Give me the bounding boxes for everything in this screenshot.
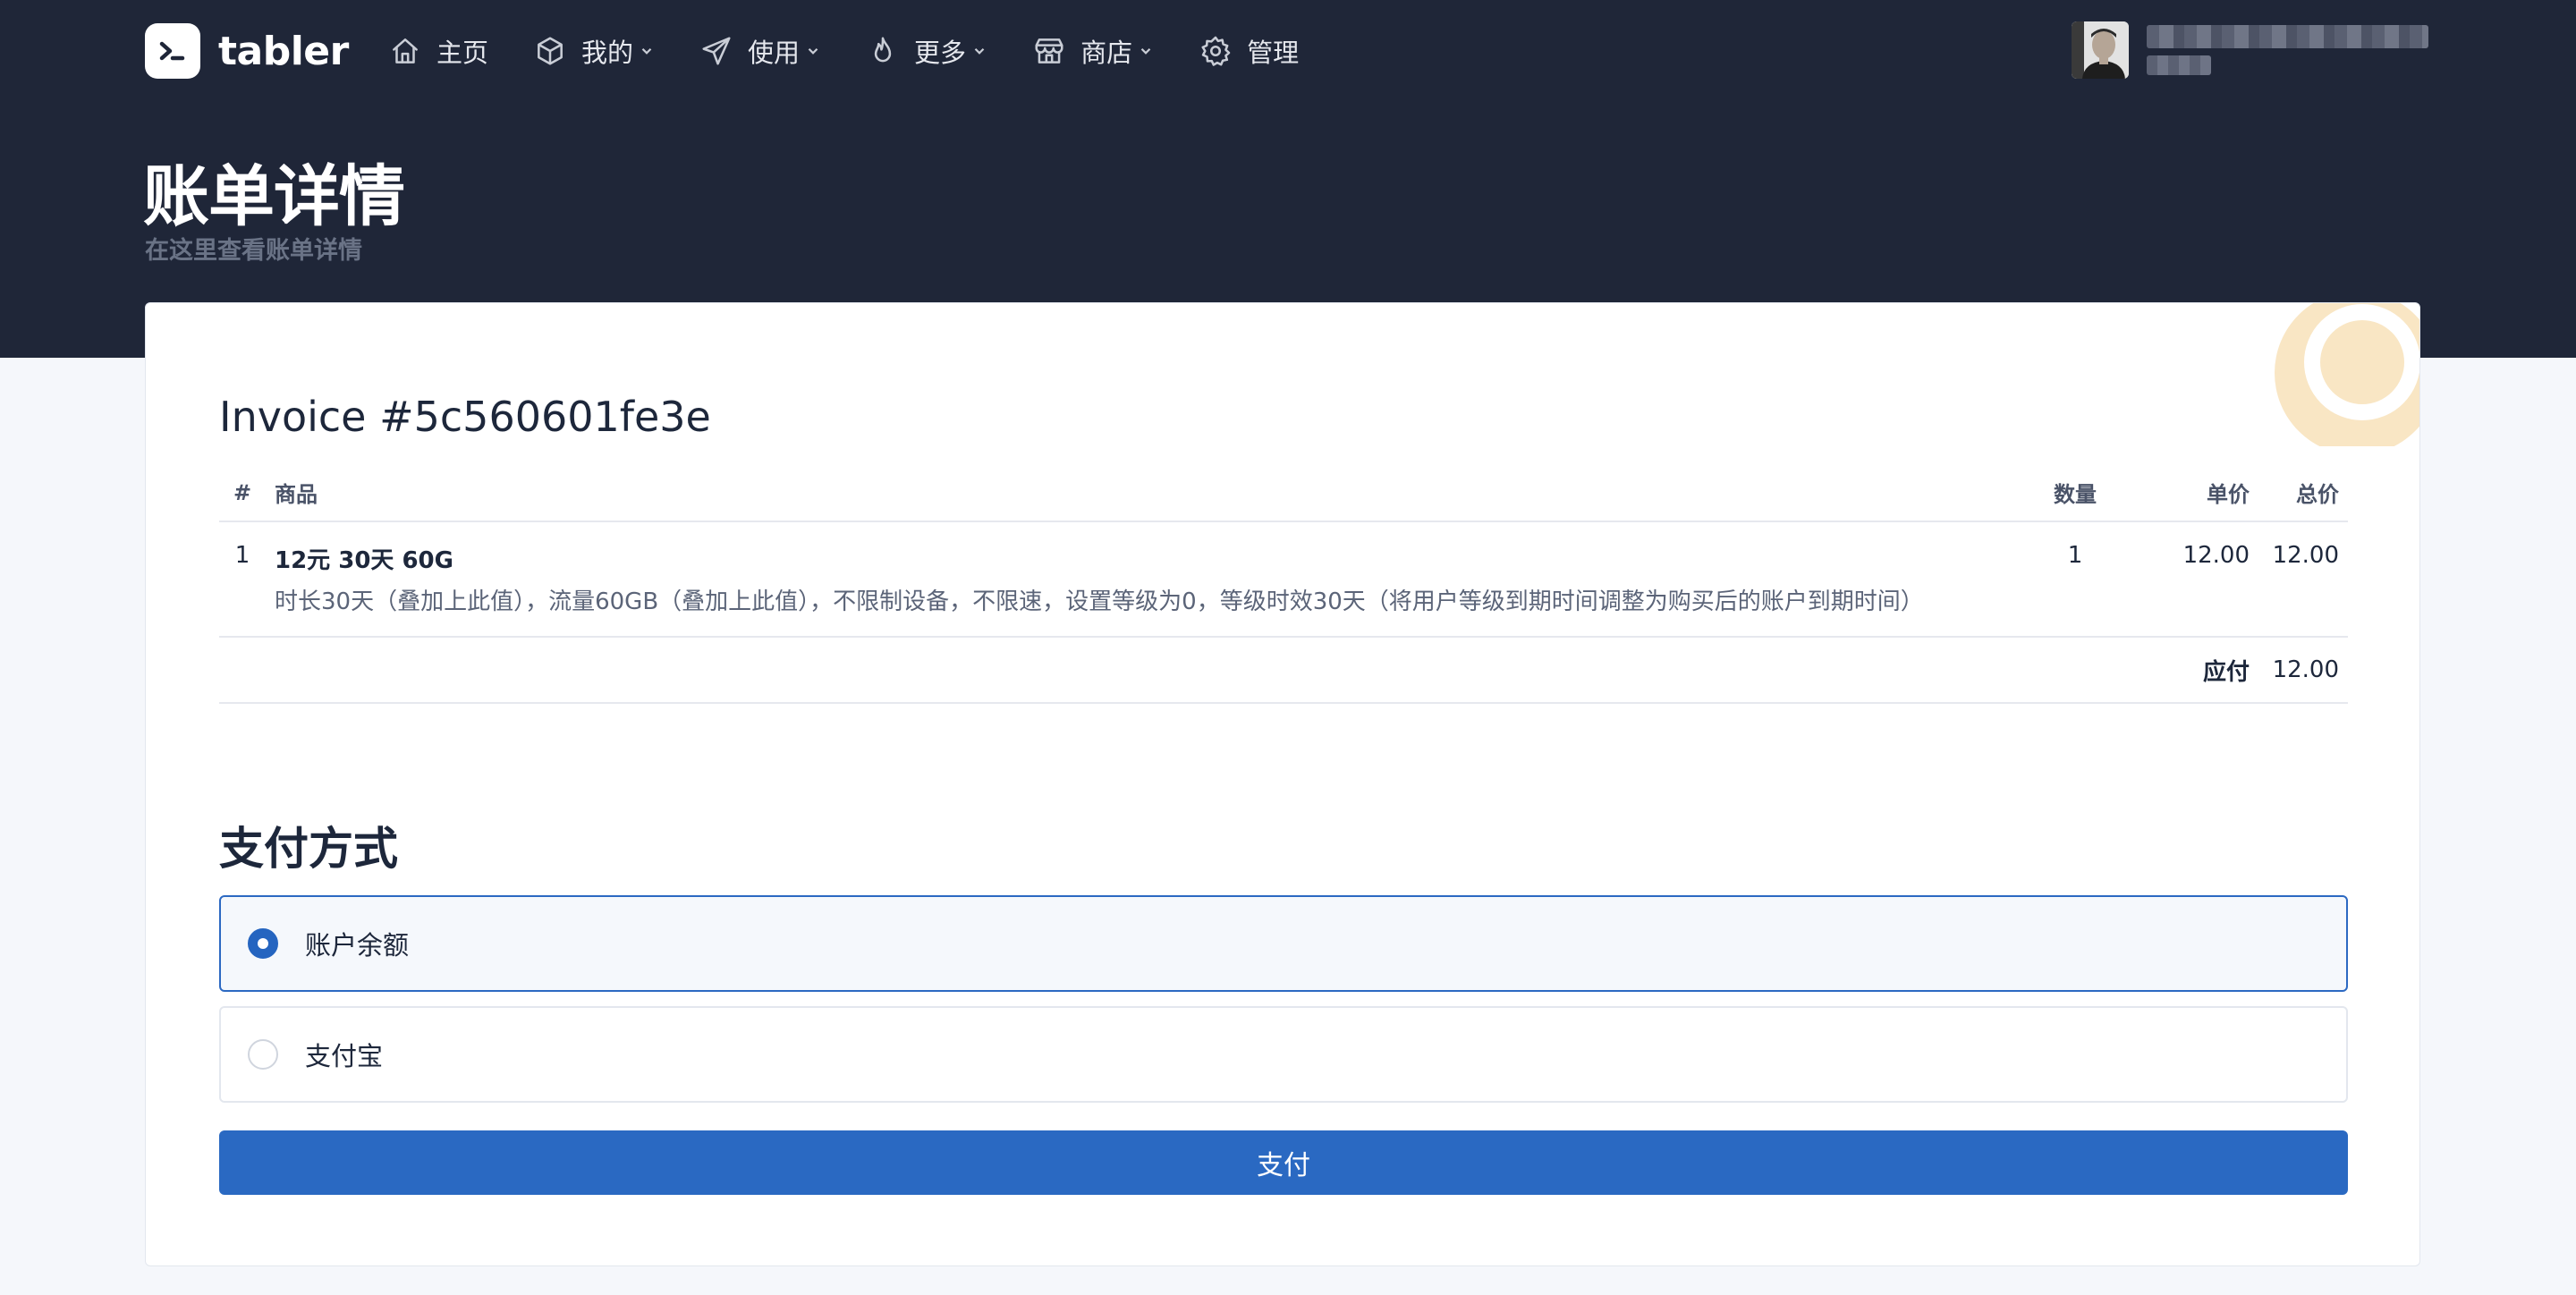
home-icon (388, 34, 422, 68)
invoice-title: Invoice #5c560601fe3e (219, 393, 711, 441)
main-nav: 主页 我的 使用 更多 商店 管理 (388, 23, 1343, 79)
nav-item-mine[interactable]: 我的 (533, 23, 655, 79)
nav-item-label: 管理 (1247, 38, 1300, 68)
payment-option-balance[interactable]: 账户余额 (219, 895, 2348, 992)
brand[interactable]: tabler (145, 23, 349, 79)
column-header-total: 总价 (2258, 464, 2348, 522)
top-navbar: tabler 主页 我的 使用 更多 商店 管理 (0, 0, 2576, 102)
item-qty: 1 (2017, 521, 2133, 638)
chevron-down-icon (805, 43, 821, 59)
page-subtitle: 在这里查看账单详情 (145, 237, 362, 265)
item-description: 时长30天（叠加上此值），流量60GB（叠加上此值），不限制设备，不限速，设置等… (275, 588, 1924, 615)
page-title: 账单详情 (143, 158, 405, 235)
user-menu[interactable] (2072, 21, 2428, 79)
avatar (2072, 21, 2129, 79)
payment-option-label: 支付宝 (305, 1041, 384, 1071)
radio-unchecked-icon[interactable] (248, 1039, 278, 1070)
table-row: 1 12元 30天 60G 时长30天（叠加上此值），流量60GB（叠加上此值）… (219, 521, 2348, 638)
flame-icon (866, 34, 900, 68)
total-row: 应付 12.00 (219, 637, 2348, 704)
nav-item-home[interactable]: 主页 (388, 23, 488, 79)
gear-icon (1199, 34, 1233, 68)
payment-option-alipay[interactable]: 支付宝 (219, 1006, 2348, 1103)
invoice-card: Invoice #5c560601fe3e # 商品 数量 单价 总价 1 12… (145, 302, 2420, 1266)
tabler-logo-icon (145, 23, 200, 79)
table-header-row: # 商品 数量 单价 总价 (219, 464, 2348, 522)
store-icon (1032, 34, 1066, 68)
nav-item-label: 我的 (581, 38, 634, 68)
amount-due-value: 12.00 (2258, 637, 2348, 704)
radio-checked-icon[interactable] (248, 928, 278, 959)
chevron-down-icon (971, 43, 987, 59)
user-name (2147, 25, 2428, 48)
nav-item-more[interactable]: 更多 (866, 23, 987, 79)
chevron-down-icon (639, 43, 655, 59)
column-header-qty: 数量 (2017, 464, 2133, 522)
item-num: 1 (219, 521, 266, 638)
brand-name: tabler (218, 28, 349, 74)
item-name: 12元 30天 60G (275, 547, 453, 574)
item-total: 12.00 (2258, 521, 2348, 638)
clock-icon (2275, 303, 2419, 446)
send-icon (699, 34, 733, 68)
item-unit-price: 12.00 (2133, 521, 2258, 638)
nav-item-admin[interactable]: 管理 (1199, 23, 1299, 79)
chevron-down-icon (1138, 43, 1154, 59)
pay-button[interactable]: 支付 (219, 1130, 2348, 1195)
nav-item-label: 主页 (436, 38, 489, 68)
user-info (2147, 21, 2428, 75)
item-product-cell: 12元 30天 60G 时长30天（叠加上此值），流量60GB（叠加上此值），不… (266, 521, 2017, 638)
column-header-product: 商品 (266, 464, 2017, 522)
payment-option-label: 账户余额 (305, 930, 410, 961)
amount-due-label: 应付 (219, 637, 2258, 704)
nav-item-label: 使用 (748, 38, 801, 68)
user-role (2147, 55, 2211, 75)
payment-method-title: 支付方式 (219, 823, 398, 875)
box-icon (533, 34, 567, 68)
nav-item-use[interactable]: 使用 (699, 23, 821, 79)
column-header-num: # (219, 464, 266, 522)
column-header-unit-price: 单价 (2133, 464, 2258, 522)
invoice-items-table: # 商品 数量 单价 总价 1 12元 30天 60G 时长30天（叠加上此值）… (219, 464, 2348, 704)
nav-item-store[interactable]: 商店 (1032, 23, 1154, 79)
nav-item-label: 更多 (914, 38, 967, 68)
nav-item-label: 商店 (1080, 38, 1133, 68)
